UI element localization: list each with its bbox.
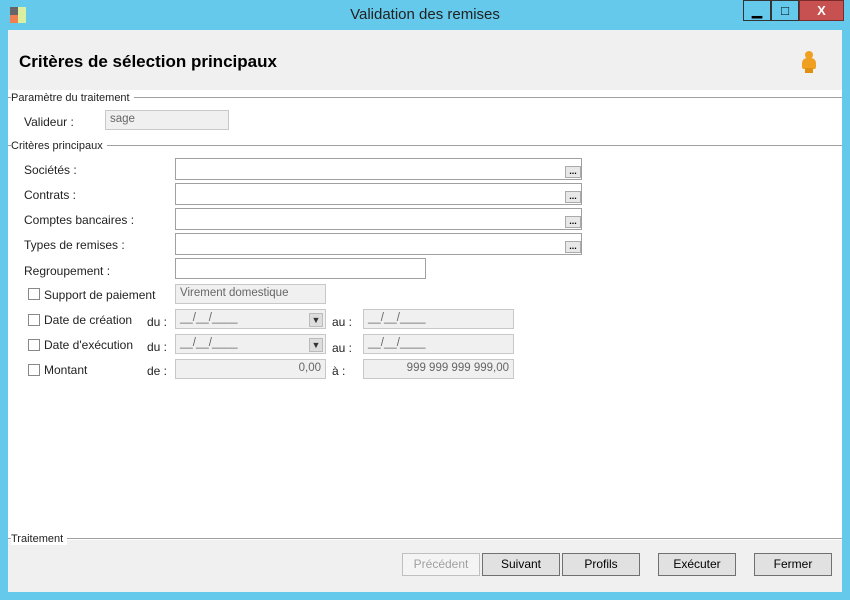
execution-from-date[interactable]: __/__/____ (175, 334, 326, 354)
comptes-input[interactable] (175, 208, 582, 230)
montant-checkbox[interactable] (28, 364, 40, 376)
minimize-button[interactable]: ▁ (743, 0, 771, 21)
montant-to-field[interactable]: 999 999 999 999,00 (363, 359, 514, 379)
window-title: Validation des remises (350, 6, 500, 23)
creation-to-date[interactable]: __/__/____ (363, 309, 514, 329)
execution-checkbox[interactable] (28, 339, 40, 351)
societes-label: Sociétés : (24, 163, 77, 177)
types-browse-button[interactable]: ... (565, 241, 581, 253)
close-dialog-button[interactable]: Fermer (754, 553, 832, 576)
previous-button[interactable]: Précédent (402, 553, 480, 576)
user-icon[interactable] (802, 51, 816, 73)
group-traitement-label: Traitement (11, 533, 68, 545)
next-button[interactable]: Suivant (482, 553, 560, 576)
montant-label: Montant (44, 363, 88, 377)
validator-label: Valideur : (24, 115, 74, 129)
regroupement-label: Regroupement : (24, 264, 111, 278)
execution-to-date[interactable]: __/__/____ (363, 334, 514, 354)
montant-to-label: à : (332, 364, 346, 378)
support-label: Support de paiement (44, 288, 156, 302)
close-button[interactable]: X (799, 0, 844, 21)
creation-to-label: au : (332, 315, 353, 329)
creation-checkbox[interactable] (28, 314, 40, 326)
types-input[interactable] (175, 233, 582, 255)
execution-from-label: du : (147, 340, 168, 354)
types-label: Types de remises : (24, 238, 125, 252)
contrats-label: Contrats : (24, 188, 77, 202)
dialog-body: Critères de sélection principaux Paramèt… (8, 30, 842, 592)
chevron-down-icon[interactable]: ▼ (309, 338, 323, 352)
execute-button[interactable]: Exécuter (658, 553, 736, 576)
header-panel: Critères de sélection principaux (8, 30, 842, 90)
profiles-button[interactable]: Profils (562, 553, 640, 576)
comptes-label: Comptes bancaires : (24, 213, 135, 227)
support-field: Virement domestique (175, 284, 326, 304)
group-param-label: Paramètre du traitement (11, 92, 134, 104)
societes-input[interactable] (175, 158, 582, 180)
contrats-input[interactable] (175, 183, 582, 205)
creation-from-label: du : (147, 315, 168, 329)
title-bar: Validation des remises ▁ □ X (0, 0, 850, 30)
divider (8, 538, 842, 539)
maximize-button[interactable]: □ (771, 0, 799, 21)
comptes-browse-button[interactable]: ... (565, 216, 581, 228)
validator-field: sage (105, 110, 229, 130)
execution-label: Date d'exécution (44, 338, 134, 352)
regroupement-select[interactable] (175, 258, 426, 279)
execution-to-label: au : (332, 341, 353, 355)
creation-from-date[interactable]: __/__/____ (175, 309, 326, 329)
montant-from-field[interactable]: 0,00 (175, 359, 326, 379)
support-checkbox[interactable] (28, 288, 40, 300)
creation-label: Date de création (44, 313, 133, 327)
chevron-down-icon[interactable]: ▼ (309, 313, 323, 327)
societes-browse-button[interactable]: ... (565, 166, 581, 178)
divider (8, 145, 842, 146)
page-title: Critères de sélection principaux (19, 52, 277, 71)
group-criteria-label: Critères principaux (11, 140, 107, 152)
contrats-browse-button[interactable]: ... (565, 191, 581, 203)
montant-from-label: de : (147, 364, 168, 378)
